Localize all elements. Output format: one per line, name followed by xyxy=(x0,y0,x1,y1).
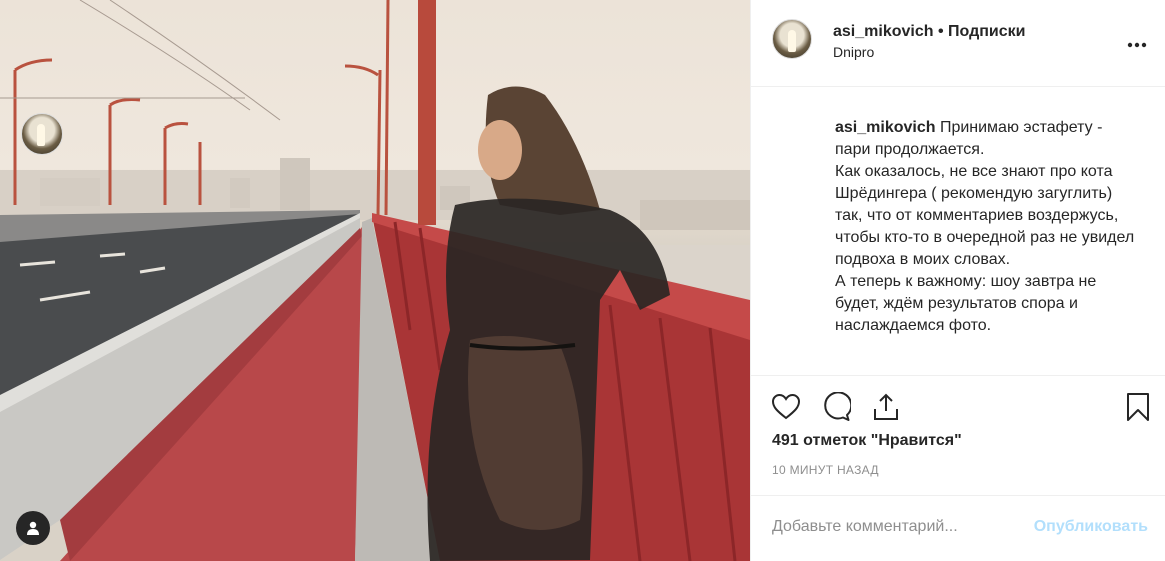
bookmark-icon xyxy=(1127,393,1149,421)
more-horizontal-icon xyxy=(1127,42,1147,48)
instagram-post: asi_mikovich • Подписки Dnipro asi_mikov… xyxy=(0,0,1165,561)
location-link[interactable]: Dnipro xyxy=(833,44,874,60)
user-tag-icon xyxy=(27,521,39,535)
publish-button[interactable]: Опубликовать xyxy=(1034,518,1148,536)
like-button[interactable] xyxy=(771,392,801,422)
share-icon xyxy=(874,393,898,420)
caption-avatar[interactable] xyxy=(21,113,63,155)
post-timestamp[interactable]: 10 МИНУТ НАЗАД xyxy=(772,463,879,477)
post-header: asi_mikovich • Подписки Dnipro xyxy=(751,0,1165,87)
caption-text: Принимаю эстафету - пари продолжается. К… xyxy=(835,119,1135,334)
action-bar xyxy=(751,376,1165,436)
header-user-line: asi_mikovich • Подписки xyxy=(833,23,1025,41)
more-options-button[interactable] xyxy=(1127,36,1147,48)
heart-icon xyxy=(771,393,801,420)
post-photo[interactable] xyxy=(0,0,750,561)
comment-icon xyxy=(824,391,853,421)
caption-text-block: asi_mikovich Принимаю эстафету - пари пр… xyxy=(835,117,1135,337)
post-caption: asi_mikovich Принимаю эстафету - пари пр… xyxy=(21,87,1165,376)
post-sidebar: asi_mikovich • Подписки Dnipro asi_mikov… xyxy=(21,0,1165,561)
share-button[interactable] xyxy=(871,392,901,422)
likes-count[interactable]: 491 отметок "Нравится" xyxy=(772,432,962,450)
comment-button[interactable] xyxy=(821,391,853,422)
comment-form: Опубликовать xyxy=(751,495,1165,561)
user-tag-button[interactable] xyxy=(16,511,50,545)
save-button[interactable] xyxy=(1123,392,1153,422)
photo-illustration xyxy=(0,0,750,561)
follow-status-button[interactable]: Подписки xyxy=(948,23,1025,40)
comment-input[interactable] xyxy=(772,518,1002,536)
caption-username[interactable]: asi_mikovich xyxy=(835,119,936,136)
header-username[interactable]: asi_mikovich xyxy=(833,23,934,40)
header-separator: • xyxy=(937,23,944,40)
avatar[interactable] xyxy=(772,19,812,59)
